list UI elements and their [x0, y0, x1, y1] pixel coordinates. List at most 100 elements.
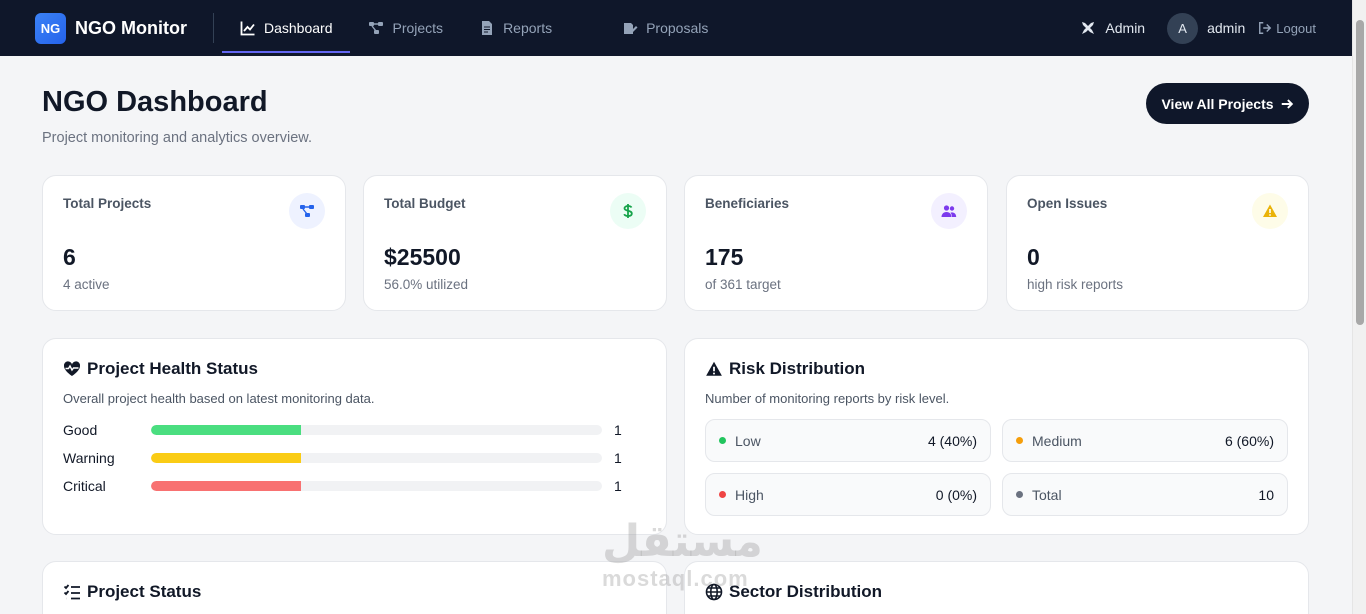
health-bar-track [151, 425, 602, 435]
logout-button[interactable]: Logout [1258, 21, 1316, 36]
users-icon [941, 205, 957, 217]
stat-card-open-issues: Open Issues 0 high risk reports [1006, 175, 1309, 311]
nav-admin-label: Admin [1105, 20, 1146, 36]
risk-dot [719, 437, 726, 444]
project-status-card: Project Status [42, 561, 667, 614]
risk-label: Medium [1032, 432, 1082, 449]
task-list-icon [63, 584, 80, 600]
stat-subtext: 56.0% utilized [384, 277, 469, 292]
dollar-icon [623, 204, 633, 218]
health-bar-fill [151, 481, 302, 491]
nav-link-label: Projects [392, 20, 444, 36]
risk-label: High [735, 486, 764, 503]
nav-link-projects[interactable]: Projects [350, 0, 461, 56]
stat-card-beneficiaries: Beneficiaries 175 of 361 target [684, 175, 988, 311]
panel-title: Project Health Status [63, 359, 258, 379]
panel-title: Project Status [63, 582, 201, 602]
stat-icon [1252, 193, 1288, 229]
project-health-card: Project Health Status Overall project he… [42, 338, 667, 535]
nav-link-label: Dashboard [263, 20, 333, 36]
nav-link-label: Proposals [646, 20, 709, 36]
warning-icon [1263, 204, 1277, 217]
health-count: 1 [614, 450, 622, 466]
stat-value: $25500 [384, 244, 461, 270]
nav-link-label: Reports [503, 20, 553, 36]
health-row-critical: Critical 1 [63, 476, 623, 496]
risk-value: 10 [1258, 486, 1274, 503]
panel-title-text: Risk Distribution [729, 359, 866, 378]
chart-line-icon [240, 21, 255, 36]
avatar[interactable]: A [1167, 12, 1199, 44]
logout-icon [1259, 22, 1272, 34]
risk-value: 4 (40%) [927, 432, 977, 449]
stat-value: 6 [63, 244, 76, 270]
risk-item-total: Total 10 [1002, 473, 1288, 516]
page-scrollbar[interactable] [1352, 0, 1366, 614]
health-count: 1 [614, 478, 622, 494]
health-bar-track [151, 481, 602, 491]
nav-right: Admin A admin Logout [1080, 12, 1316, 44]
risk-label: Total [1032, 486, 1062, 503]
stat-card-total-projects: Total Projects 6 4 active [42, 175, 346, 311]
brand-name: NGO Monitor [75, 17, 187, 38]
view-all-projects-button[interactable]: View All Projects [1146, 83, 1309, 124]
edit-document-icon [624, 23, 638, 34]
panel-title-text: Project Status [87, 582, 202, 601]
risk-dot [719, 491, 726, 498]
top-navbar: NG NGO Monitor Dashboard Projects Report… [0, 0, 1352, 56]
heart-pulse-icon [63, 361, 81, 376]
panel-description: Overall project health based on latest m… [63, 391, 375, 406]
project-diagram-icon [369, 22, 384, 34]
risk-dot [1016, 437, 1023, 444]
risk-value: 6 (60%) [1224, 432, 1274, 449]
stat-icon [289, 193, 325, 229]
nav-link-reports[interactable]: Reports [461, 0, 570, 56]
stat-label: Total Projects [63, 196, 152, 211]
nav-admin-link[interactable]: Admin [1080, 20, 1145, 36]
health-bar-track [151, 453, 602, 463]
brand-logo: NG [35, 12, 66, 44]
stat-icon [931, 193, 967, 229]
risk-distribution-card: Risk Distribution Number of monitoring r… [684, 338, 1309, 535]
panel-description: Number of monitoring reports by risk lev… [705, 391, 950, 406]
panel-title-text: Sector Distribution [729, 582, 883, 601]
page-title: NGO Dashboard [42, 86, 268, 118]
stat-subtext: 4 active [63, 277, 110, 292]
stat-label: Open Issues [1027, 196, 1108, 211]
health-bar-fill [151, 453, 302, 463]
risk-label: Low [735, 432, 761, 449]
project-diagram-icon [300, 205, 314, 217]
logout-label: Logout [1276, 20, 1316, 36]
risk-item-high: High 0 (0%) [705, 473, 991, 516]
user-name: admin [1207, 20, 1246, 36]
health-label: Good [63, 422, 98, 438]
stat-label: Total Budget [384, 196, 466, 211]
health-label: Warning [63, 450, 115, 466]
nav-link-dashboard[interactable]: Dashboard [221, 0, 351, 56]
view-all-label: View All Projects [1161, 95, 1274, 112]
panel-title: Risk Distribution [705, 359, 865, 379]
health-count: 1 [614, 422, 622, 438]
stat-value: 175 [705, 244, 744, 270]
page-subtitle: Project monitoring and analytics overvie… [42, 130, 312, 146]
stat-value: 0 [1027, 244, 1040, 270]
panel-title: Sector Distribution [705, 582, 882, 602]
brand[interactable]: NG NGO Monitor [35, 12, 187, 44]
stat-label: Beneficiaries [705, 196, 790, 211]
health-row-good: Good 1 [63, 420, 623, 440]
risk-item-low: Low 4 (40%) [705, 419, 991, 462]
tools-icon [1082, 22, 1095, 34]
arrow-right-icon [1281, 98, 1293, 109]
risk-value: 0 (0%) [935, 486, 977, 503]
nav-divider [212, 13, 214, 43]
file-icon [482, 21, 493, 35]
sector-distribution-card: Sector Distribution [684, 561, 1309, 614]
globe-icon [705, 583, 723, 601]
health-label: Critical [63, 478, 106, 494]
stat-subtext: of 361 target [705, 277, 781, 292]
health-row-warning: Warning 1 [63, 448, 623, 468]
health-bar-fill [151, 425, 302, 435]
scrollbar-thumb[interactable] [1356, 20, 1364, 325]
nav-link-proposals[interactable]: Proposals [604, 0, 726, 56]
risk-item-medium: Medium 6 (60%) [1002, 419, 1288, 462]
